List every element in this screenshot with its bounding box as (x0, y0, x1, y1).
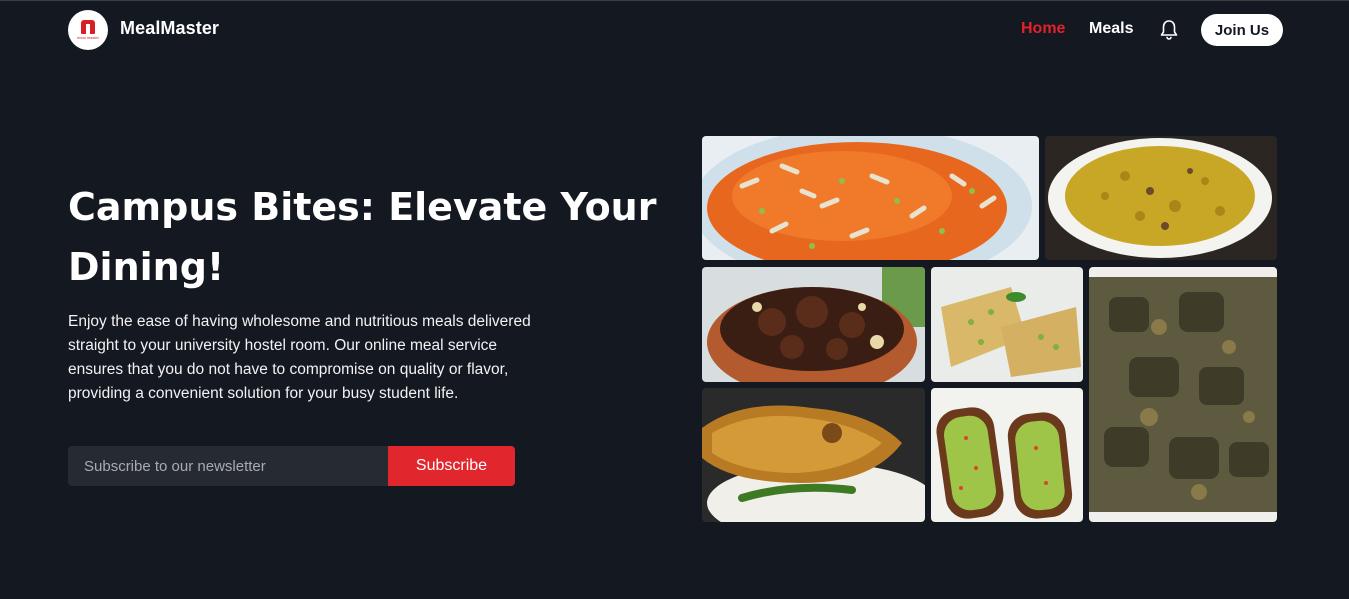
subscribe-button[interactable]: Subscribe (388, 446, 515, 486)
logo-mark-icon (81, 20, 95, 34)
nav-link-meals[interactable]: Meals (1089, 20, 1133, 38)
join-us-button[interactable]: Join Us (1201, 14, 1283, 46)
suji-halwa-photo (931, 267, 1083, 382)
newsletter-form: Subscribe (68, 446, 515, 486)
nav-link-home[interactable]: Home (1021, 20, 1065, 38)
bell-icon[interactable] (1159, 19, 1179, 41)
logo[interactable]: meal master (68, 10, 108, 50)
yellow-pulao-photo (1045, 136, 1277, 260)
newsletter-email-input[interactable] (68, 446, 388, 486)
hero-description: Enjoy the ease of having wholesome and n… (68, 313, 531, 402)
carrot-halwa-photo (702, 136, 1039, 260)
brand-name[interactable]: MealMaster (120, 18, 219, 39)
navbar: meal master MealMaster Home Meals Join U… (0, 1, 1349, 59)
fried-fish-rice-photo (702, 388, 925, 522)
beef-bhuna-photo (702, 267, 925, 382)
mutton-curry-photo (1089, 267, 1277, 522)
logo-text: meal master (76, 35, 99, 40)
hero-title: Campus Bites: Elevate Your Dining! (68, 185, 657, 289)
avocado-toast-photo (931, 388, 1083, 522)
